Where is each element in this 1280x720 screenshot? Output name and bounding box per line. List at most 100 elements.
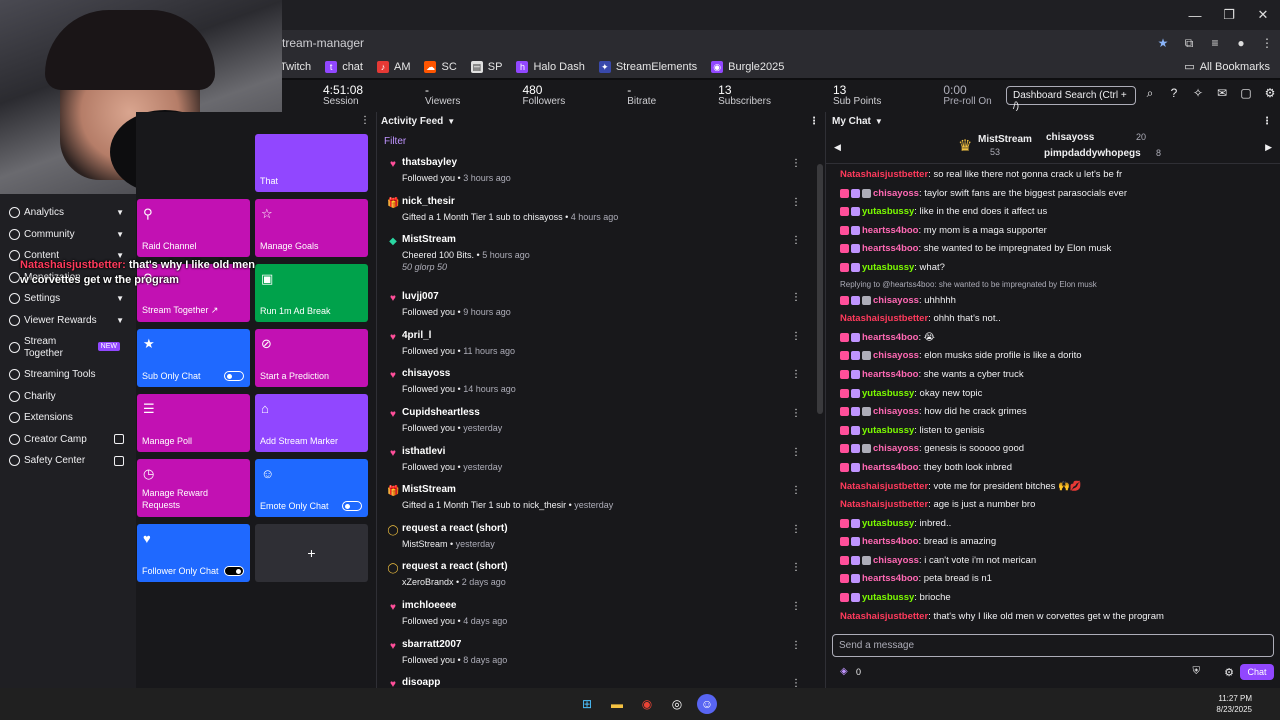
- event-name[interactable]: request a react (short): [402, 561, 825, 572]
- chat-username[interactable]: yutasbussy: [862, 388, 914, 399]
- activity-event[interactable]: 🎁 nick_thesir Gifted a 1 Month Tier 1 sub …: [377, 191, 825, 230]
- activity-scrollbar[interactable]: [817, 164, 823, 414]
- profile-icon[interactable]: ⚙: [1258, 86, 1280, 101]
- event-name[interactable]: chisayoss: [402, 368, 825, 379]
- kebab-icon[interactable]: ⋮: [791, 197, 801, 208]
- emote-only-toggle[interactable]: [342, 501, 362, 511]
- chat-username[interactable]: chisayoss: [873, 555, 919, 566]
- quick-action-start-prediction[interactable]: ⊘ Start a Prediction: [255, 329, 368, 387]
- chat-username[interactable]: chisayoss: [873, 295, 919, 306]
- search-icon[interactable]: ⌕: [1138, 86, 1162, 101]
- event-name[interactable]: disoapp: [402, 677, 825, 688]
- activity-event[interactable]: ♥ imchloeeee Followed you • 4 days ago ⋮: [377, 595, 825, 634]
- kebab-icon[interactable]: ⋮: [791, 640, 801, 651]
- chat-username[interactable]: chisayoss: [873, 406, 919, 417]
- kebab-icon[interactable]: ⋮: [791, 292, 801, 303]
- quick-action-manage-poll[interactable]: ☰ Manage Poll: [137, 394, 250, 452]
- chat-username[interactable]: yutasbussy: [862, 592, 914, 603]
- chrome-icon[interactable]: ◉: [637, 694, 657, 714]
- chat-header[interactable]: My Chat ▼ ⋮: [826, 112, 1280, 130]
- sidebar-item-streaming-tools[interactable]: Streaming Tools: [0, 364, 136, 386]
- bookmark-star-icon[interactable]: ★: [1153, 33, 1173, 53]
- address-bar[interactable]: tream-manager ★ ⧉ ≡ ● ⋮: [280, 30, 1280, 56]
- kebab-icon[interactable]: ⋮: [791, 369, 801, 380]
- kebab-icon[interactable]: ⋮: [791, 331, 801, 342]
- bookmark-halo-dash[interactable]: h Halo Dash: [516, 61, 585, 73]
- sidebar-item-community[interactable]: Community ▼: [0, 224, 136, 246]
- bookmark-burgle[interactable]: ◉ Burgle2025: [711, 61, 784, 73]
- activity-event[interactable]: ♥ chisayoss Followed you • 14 hours ago ⋮: [377, 363, 825, 402]
- all-bookmarks[interactable]: ▭ All Bookmarks: [1184, 60, 1270, 74]
- discord-icon[interactable]: ☺: [697, 694, 717, 714]
- activity-filter-link[interactable]: Filter: [377, 130, 825, 152]
- event-name[interactable]: luvjj007: [402, 291, 825, 302]
- sidebar-item-charity[interactable]: Charity: [0, 386, 136, 408]
- quick-action-raid-channel[interactable]: ⚲ Raid Channel: [137, 199, 250, 257]
- activity-event[interactable]: ◆ MistStream Cheered 100 Bits. • 5 hours a…: [377, 229, 825, 286]
- bookmark-sc[interactable]: ☁ SC: [424, 61, 457, 73]
- bookmark-am[interactable]: ♪ AM: [376, 61, 410, 73]
- chat-username[interactable]: heartss4boo: [862, 243, 919, 254]
- sub-only-toggle[interactable]: [224, 371, 244, 381]
- event-name[interactable]: request a react (short): [402, 523, 825, 534]
- add-quick-action-button[interactable]: +: [255, 524, 368, 582]
- chat-username[interactable]: yutasbussy: [862, 425, 914, 436]
- bookmark-sp[interactable]: ▤ SP: [470, 61, 502, 73]
- event-name[interactable]: isthatlevi: [402, 446, 825, 457]
- chat-input[interactable]: Send a message: [832, 634, 1274, 657]
- sidebar-item-settings[interactable]: Settings ▼: [0, 288, 136, 310]
- event-name[interactable]: sbarratt2007: [402, 639, 825, 650]
- chat-username[interactable]: heartss4boo: [862, 536, 919, 547]
- sidebar-item-viewer-rewards[interactable]: Viewer Rewards ▼: [0, 310, 136, 332]
- profile-icon[interactable]: ●: [1231, 33, 1251, 53]
- kebab-icon[interactable]: ⋮: [791, 601, 801, 612]
- url-text[interactable]: tream-manager: [282, 36, 1150, 50]
- follower-only-toggle[interactable]: [224, 566, 244, 576]
- event-name[interactable]: nick_thesir: [402, 196, 825, 207]
- activity-feed-header[interactable]: Activity Feed ▼ ⋮: [377, 112, 825, 130]
- sidebar-item-analytics[interactable]: Analytics ▼: [0, 202, 136, 224]
- bookmark-streamelements[interactable]: ✦ StreamElements: [598, 61, 697, 73]
- activity-event[interactable]: ♥ thatsbayley Followed you • 3 hours ago ⋮: [377, 152, 825, 191]
- event-name[interactable]: Cupidsheartless: [402, 407, 825, 418]
- quick-action-that[interactable]: That: [255, 134, 368, 192]
- activity-event[interactable]: ♥ 4pril_l Followed you • 11 hours ago ⋮: [377, 325, 825, 364]
- chat-username[interactable]: yutasbussy: [862, 262, 914, 273]
- activity-event[interactable]: ◯ request a react (short) MistStream • yes…: [377, 518, 825, 557]
- kebab-icon[interactable]: ⋮: [791, 485, 801, 496]
- activity-event[interactable]: 🎁 MistStream Gifted a 1 Month Tier 1 sub t…: [377, 479, 825, 518]
- chat-username[interactable]: yutasbussy: [862, 518, 914, 529]
- event-name[interactable]: imchloeeee: [402, 600, 825, 611]
- activity-event[interactable]: ♥ isthatlevi Followed you • yesterday ⋮: [377, 441, 825, 480]
- chat-username[interactable]: heartss4boo: [862, 369, 919, 380]
- chat-username[interactable]: heartss4boo: [862, 573, 919, 584]
- event-name[interactable]: 4pril_l: [402, 330, 825, 341]
- chat-username[interactable]: Natashaisjustbetter: [840, 313, 928, 324]
- chat-send-button[interactable]: Chat: [1240, 664, 1274, 680]
- extensions-icon[interactable]: ⧉: [1179, 33, 1199, 53]
- activity-event[interactable]: ♥ luvjj007 Followed you • 9 hours ago ⋮: [377, 286, 825, 325]
- sidebar-item-stream-together[interactable]: Stream Together NEW: [0, 331, 136, 364]
- chat-username[interactable]: chisayoss: [873, 443, 919, 454]
- bookmark-twitch[interactable]: Twitch: [280, 61, 311, 73]
- chat-username[interactable]: yutasbussy: [862, 206, 914, 217]
- chevron-left-icon[interactable]: ◀: [834, 142, 841, 153]
- activity-event[interactable]: ♥ Cupidsheartless Followed you • yesterday…: [377, 402, 825, 441]
- quick-action-manage-reward-requests[interactable]: ◷ Manage Reward Requests: [137, 459, 250, 517]
- kebab-icon[interactable]: ⋮: [791, 562, 801, 573]
- activity-event[interactable]: ◯ request a react (short) xZeroBrandx • 2 …: [377, 556, 825, 595]
- media-icon[interactable]: ≡: [1205, 33, 1225, 53]
- settings-icon[interactable]: ⚙: [1224, 666, 1234, 679]
- menu-icon[interactable]: ⋮: [1257, 33, 1277, 53]
- kebab-icon[interactable]: ⋮: [791, 408, 801, 419]
- sidebar-item-safety-center[interactable]: Safety Center: [0, 450, 136, 472]
- kebab-icon[interactable]: ⋮: [791, 678, 801, 688]
- minimize-icon[interactable]: —: [1178, 0, 1212, 30]
- obs-icon[interactable]: ◎: [667, 694, 687, 714]
- quick-action-emote-only-chat[interactable]: ☺ Emote Only Chat: [255, 459, 368, 517]
- kebab-icon[interactable]: ⋮: [791, 447, 801, 458]
- kebab-icon[interactable]: ⋮: [791, 158, 801, 169]
- event-name[interactable]: MistStream: [402, 234, 825, 245]
- chat-username[interactable]: chisayoss: [873, 188, 919, 199]
- kebab-icon[interactable]: ⋮: [809, 116, 819, 127]
